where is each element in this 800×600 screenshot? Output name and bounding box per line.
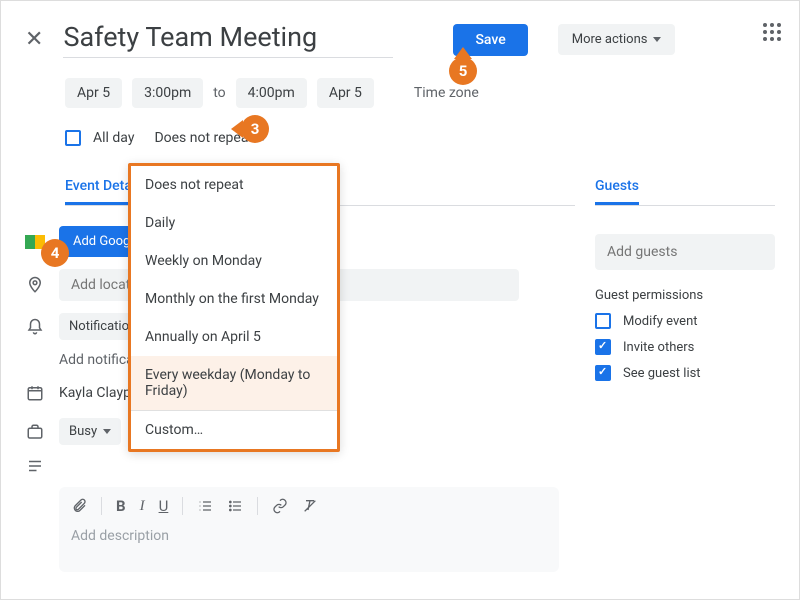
busy-label: Busy <box>69 424 97 439</box>
timezone-link[interactable]: Time zone <box>414 85 479 101</box>
calendar-icon <box>25 384 45 402</box>
description-toolbar: B I U <box>71 497 547 515</box>
more-actions-label: More actions <box>572 32 648 47</box>
apps-grid-icon[interactable] <box>763 23 781 41</box>
repeat-option[interactable]: Daily <box>131 204 337 242</box>
underline-icon[interactable]: U <box>159 497 169 515</box>
modify-event-checkbox[interactable] <box>595 313 611 329</box>
italic-icon[interactable]: I <box>140 498 145 515</box>
all-day-checkbox[interactable] <box>65 130 81 146</box>
guest-permissions-title: Guest permissions <box>595 288 775 303</box>
repeat-option[interactable]: Annually on April 5 <box>131 318 337 356</box>
repeat-dropdown: Does not repeat Daily Weekly on Monday M… <box>128 163 340 452</box>
start-time-chip[interactable]: 3:00pm <box>132 78 203 108</box>
repeat-option-custom[interactable]: Custom… <box>131 411 337 449</box>
repeat-option[interactable]: Does not repeat <box>131 166 337 204</box>
briefcase-icon <box>25 423 45 441</box>
clear-format-icon[interactable] <box>302 498 318 514</box>
notification-label: Notification <box>69 319 136 334</box>
start-date-chip[interactable]: Apr 5 <box>65 78 122 108</box>
description-placeholder[interactable]: Add description <box>71 528 169 544</box>
callout-4: 4 <box>41 239 69 267</box>
chevron-down-icon <box>653 37 661 42</box>
see-guest-list-label: See guest list <box>623 366 701 381</box>
end-time-chip[interactable]: 4:00pm <box>236 78 307 108</box>
invite-others-checkbox[interactable] <box>595 339 611 355</box>
tab-guests[interactable]: Guests <box>595 170 639 205</box>
to-label: to <box>213 85 225 101</box>
end-date-chip[interactable]: Apr 5 <box>317 78 374 108</box>
add-guests-input[interactable] <box>595 234 775 270</box>
attach-icon[interactable] <box>71 498 87 514</box>
repeat-option[interactable]: Monthly on the first Monday <box>131 280 337 318</box>
callout-5: 5 <box>449 57 477 85</box>
invite-others-label: Invite others <box>623 340 694 355</box>
close-icon[interactable]: ✕ <box>25 27 43 52</box>
modify-event-label: Modify event <box>623 314 698 329</box>
repeat-option[interactable]: Weekly on Monday <box>131 242 337 280</box>
bold-icon[interactable]: B <box>116 497 126 515</box>
link-icon[interactable] <box>272 498 288 514</box>
list-bullet-icon[interactable] <box>227 498 243 514</box>
event-title-input[interactable] <box>63 21 393 58</box>
bell-icon <box>25 318 45 336</box>
more-actions-button[interactable]: More actions <box>558 24 676 55</box>
all-day-label: All day <box>93 130 134 146</box>
busy-dropdown[interactable]: Busy <box>59 418 121 445</box>
chevron-down-icon <box>103 429 111 434</box>
text-icon <box>25 457 45 475</box>
location-icon <box>25 276 45 294</box>
list-numbered-icon[interactable] <box>197 498 213 514</box>
callout-3: 3 <box>241 115 269 143</box>
repeat-option[interactable]: Every weekday (Monday to Friday) <box>131 356 337 410</box>
see-guest-list-checkbox[interactable] <box>595 365 611 381</box>
